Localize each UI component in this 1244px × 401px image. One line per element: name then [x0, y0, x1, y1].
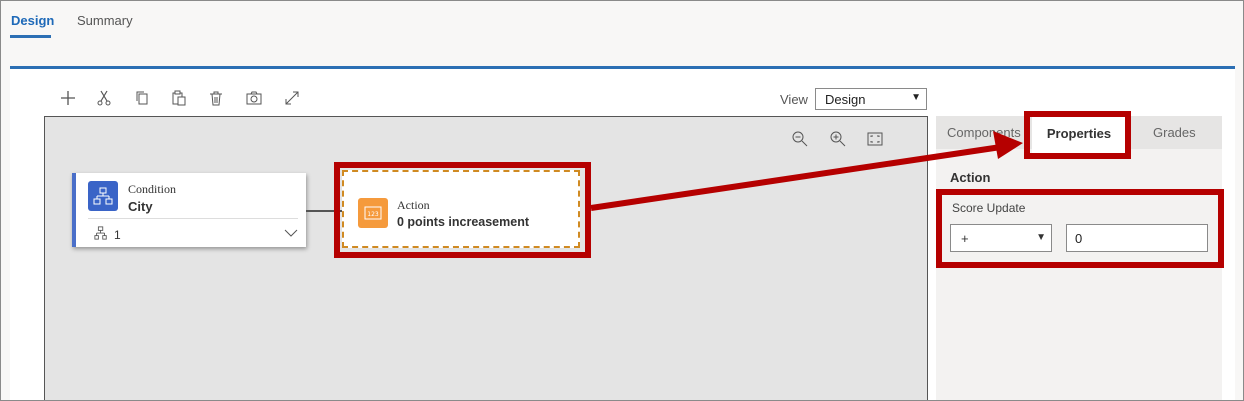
properties-highlight-box	[1024, 111, 1131, 159]
tab-design[interactable]: Design	[11, 13, 54, 28]
score-update-highlight-box	[936, 189, 1224, 268]
branch-count: 1	[114, 228, 121, 242]
condition-node-title: Condition	[128, 182, 177, 196]
tab-components[interactable]: Components	[947, 117, 1025, 149]
condition-icon	[88, 181, 118, 211]
tab-summary[interactable]: Summary	[77, 13, 133, 28]
cut-icon[interactable]	[93, 87, 115, 109]
condition-node-subtitle: City	[128, 199, 153, 214]
condition-node[interactable]: Condition City 1	[72, 173, 306, 247]
zoom-out-icon[interactable]	[790, 129, 810, 149]
dropdown-arrow-icon: ▼	[911, 92, 921, 103]
view-select-value: Design	[825, 92, 866, 107]
expand-icon[interactable]	[281, 87, 303, 109]
view-label: View	[780, 92, 808, 107]
design-canvas[interactable]	[44, 116, 928, 400]
tab-grades[interactable]: Grades	[1153, 117, 1196, 149]
delete-icon[interactable]	[205, 87, 227, 109]
snapshot-icon[interactable]	[243, 87, 265, 109]
paste-icon[interactable]	[168, 87, 190, 109]
top-tabs: Design Summary	[1, 1, 1243, 65]
branch-icon	[94, 226, 108, 245]
app-frame: Design Summary View Design ▼ Condition C…	[0, 0, 1244, 401]
fit-screen-icon[interactable]	[865, 129, 885, 149]
action-highlight-box	[334, 162, 591, 258]
add-icon[interactable]	[57, 87, 79, 109]
zoom-in-icon[interactable]	[828, 129, 848, 149]
chevron-down-icon[interactable]	[284, 225, 298, 243]
condition-node-divider	[88, 218, 298, 219]
view-select[interactable]: Design ▼	[815, 88, 927, 110]
panel-section-title: Action	[950, 170, 991, 185]
copy-icon[interactable]	[131, 87, 153, 109]
active-tab-indicator	[10, 35, 51, 38]
